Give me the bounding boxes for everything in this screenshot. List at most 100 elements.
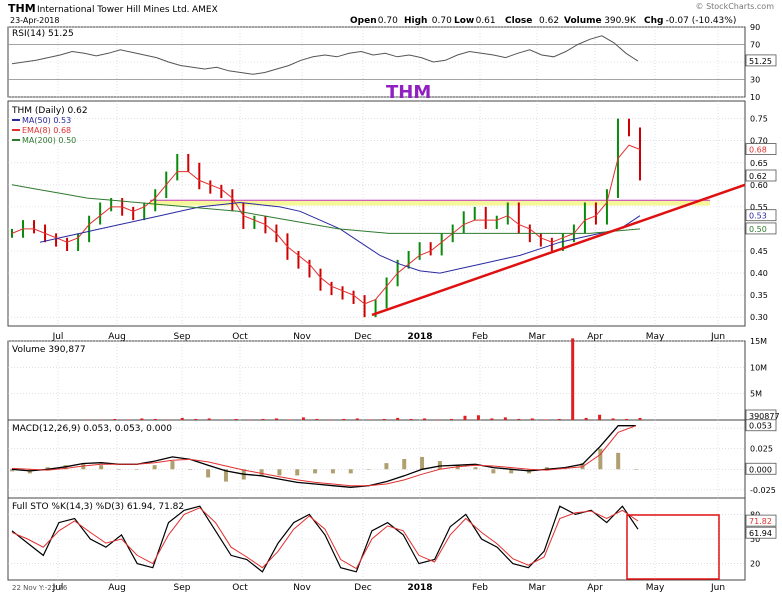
volume-bar-31	[503, 417, 507, 420]
macd-hist-24	[437, 461, 442, 470]
volume-bar-33	[530, 418, 534, 420]
quote-value-1: 0.70	[432, 16, 452, 26]
macd-title: MACD(12,26,9) 0.053, 0.053, 0.000	[12, 424, 172, 434]
macd-value-box-2: 0.000	[749, 465, 772, 474]
sto-k-value-box: 61.94	[749, 529, 772, 538]
volume-bar-37	[584, 417, 588, 420]
y-tick-label-volume-0: 15M	[750, 337, 767, 346]
volume-bar-5	[153, 418, 157, 420]
ma50-value-box: 0.53	[749, 212, 767, 221]
y-tick-label-volume-1: 10M	[750, 363, 767, 372]
y-tick-label-price-9: 0.30	[750, 313, 768, 322]
x-tick-label-bottom-9: Apr	[587, 583, 603, 592]
macd-hist-9	[170, 461, 175, 470]
quote-label-3: Close	[505, 16, 532, 26]
quote-label-1: High	[404, 16, 427, 26]
macd-hist-16	[295, 469, 300, 476]
y-tick-label-price-8: 0.35	[750, 291, 768, 300]
macd-hist-18	[330, 469, 335, 474]
macd-value-box: 0.053	[749, 422, 772, 431]
y-tick-label-rsi-4: 10	[750, 93, 760, 102]
y-tick-label-sto-2: 20	[750, 560, 760, 569]
company-name: International Tower Hill Mines Ltd.	[37, 5, 190, 15]
volume-bar-11	[234, 418, 238, 420]
volume-bar-30	[490, 418, 494, 420]
x-tick-label-4: Nov	[293, 332, 311, 342]
volume-bar-13	[261, 418, 265, 420]
x-tick-label-11: Jun	[710, 332, 725, 342]
volume-bar-6	[167, 419, 171, 420]
x-tick-label-7: Feb	[472, 332, 488, 342]
volume-bar-41	[638, 417, 642, 420]
volume-bar-35	[557, 418, 561, 420]
volume-bar-36	[571, 338, 575, 420]
x-tick-label-bottom-7: Feb	[472, 583, 488, 592]
legend-label-1: EMA(8) 0.68	[22, 126, 71, 135]
volume-title: Volume 390,877	[12, 345, 86, 355]
chart-date: 23-Apr-2018	[10, 16, 59, 25]
volume-bar-12	[248, 419, 252, 420]
macd-hist-23	[420, 456, 425, 470]
chart-svg: THM International Tower Hill Mines Ltd. AM…	[7, 2, 780, 593]
x-tick-label-bottom-11: Jun	[710, 583, 725, 592]
panel-frame-rsi	[7, 26, 746, 98]
y-tick-label-price-7: 0.40	[750, 269, 768, 278]
volume-bar-16	[301, 417, 305, 420]
volume-bar-21	[369, 419, 373, 420]
volume-bar-2	[113, 418, 117, 420]
volume-bar-1	[99, 419, 103, 420]
macd-hist-17	[313, 469, 318, 474]
x-tick-label-bottom-8: Mar	[529, 583, 546, 592]
volume-bar-18	[328, 419, 332, 420]
x-tick-label-5: Dec	[354, 332, 371, 342]
sto-footer-label: 22 Nov Y:-22.76	[12, 584, 68, 592]
quote-label-2: Low	[454, 16, 474, 26]
x-tick-label-bottom-5: Dec	[354, 583, 371, 592]
volume-bar-17	[315, 418, 319, 420]
volume-bar-8	[194, 418, 198, 420]
x-tick-label-bottom-3: Oct	[232, 583, 248, 592]
volume-bar-20	[355, 418, 359, 420]
panel-frame-price	[7, 100, 746, 327]
quote-value-2: 0.61	[476, 16, 496, 26]
macd-hist-20	[366, 469, 371, 470]
volume-bar-23	[396, 417, 400, 420]
volume-bar-39	[611, 418, 615, 420]
macd-hist-15	[277, 469, 282, 476]
macd-hist-5	[99, 465, 104, 470]
volume-bar-9	[207, 418, 211, 420]
volume-bar-7	[180, 417, 184, 420]
rsi-title: RSI(14) 51.25	[12, 29, 74, 39]
quote-label-0: Open	[350, 16, 377, 26]
x-tick-label-9: Apr	[587, 332, 603, 342]
x-tick-label-bottom-4: Nov	[293, 583, 311, 592]
x-tick-label-6: 2018	[407, 332, 432, 342]
volume-bar-24	[409, 418, 413, 420]
volume-bar-38	[598, 414, 602, 420]
quote-value-4: 390.9K	[604, 16, 637, 26]
stock-chart: THM International Tower Hill Mines Ltd. AM…	[0, 0, 782, 593]
panel-frame-volume	[7, 340, 746, 421]
macd-hist-19	[348, 469, 353, 474]
volume-bar-34	[544, 419, 548, 420]
macd-hist-34	[616, 452, 621, 470]
y-tick-label-price-2: 0.65	[750, 159, 768, 168]
x-tick-label-8: Mar	[529, 332, 546, 342]
volume-bar-4	[140, 418, 144, 420]
quote-value-3: 0.62	[539, 16, 559, 26]
macd-hist-11	[206, 469, 211, 478]
x-tick-label-2: Sep	[174, 332, 191, 342]
macd-hist-35	[634, 469, 638, 470]
macd-hist-14	[259, 469, 264, 476]
x-tick-label-3: Oct	[232, 332, 248, 342]
x-tick-label-bottom-10: May	[646, 583, 665, 592]
exchange-name: AMEX	[192, 5, 218, 15]
ma200-value-box: 0.50	[749, 225, 767, 234]
volume-bar-22	[382, 418, 386, 420]
ticker-symbol: THM	[8, 2, 36, 15]
volume-bar-27	[450, 418, 454, 420]
quote-label-5: Chg	[644, 16, 663, 26]
volume-bar-10	[221, 419, 225, 420]
x-tick-label-bottom-1: Aug	[108, 583, 126, 592]
macd-hist-22	[402, 459, 407, 470]
